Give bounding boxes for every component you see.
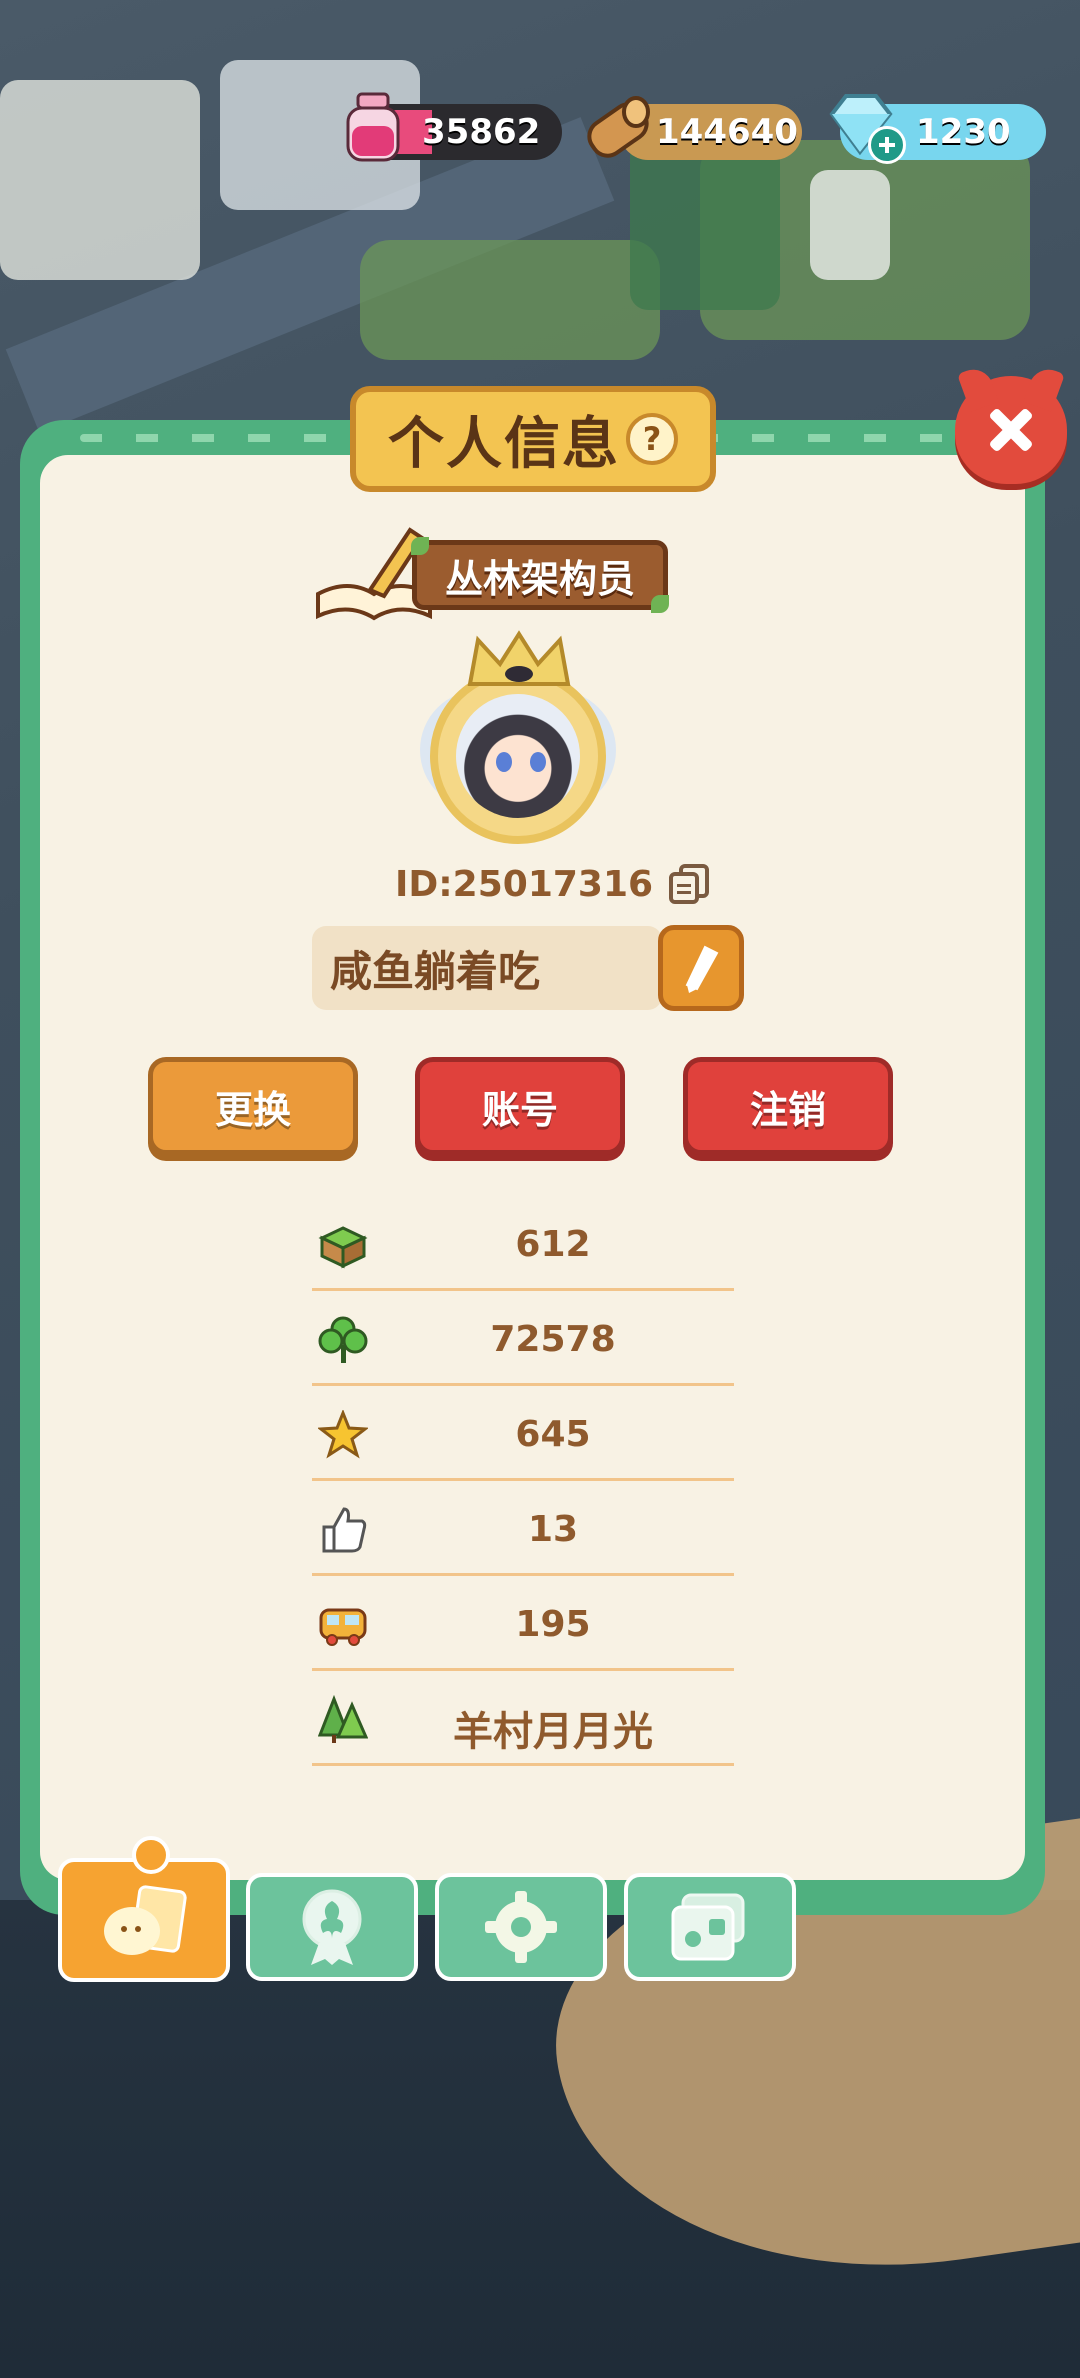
stat-value: 612: [515, 1224, 591, 1265]
crown-icon: [464, 630, 574, 690]
shop-building: [0, 80, 200, 280]
rank-title: 丛林架构员: [444, 556, 635, 601]
page-title: 个人信息: [388, 411, 620, 477]
grass-patch: [360, 240, 660, 360]
logout-button[interactable]: 注销: [683, 1057, 893, 1155]
avatar-eye: [496, 752, 512, 772]
nickname: 咸鱼躺着吃: [330, 946, 541, 996]
close-button[interactable]: [955, 376, 1067, 484]
star-icon: [318, 1410, 368, 1460]
ink-bottle-icon: [344, 92, 402, 164]
gear-icon: [485, 1891, 557, 1963]
stat-value: 13: [527, 1509, 579, 1550]
album-icon: [671, 1893, 745, 1961]
copy-icon[interactable]: [669, 864, 710, 904]
grass-block-icon: [318, 1220, 368, 1270]
thumbs-up-icon: [318, 1505, 368, 1555]
village-name: 羊村月月光: [453, 1709, 653, 1755]
avatar[interactable]: [430, 668, 606, 844]
change-button[interactable]: 更换: [148, 1057, 358, 1155]
leaf-decoration: [651, 595, 669, 613]
clover-icon: [318, 1315, 368, 1365]
stat-row-village: 羊村月月光: [312, 1671, 734, 1766]
stat-row-bus: 195: [312, 1576, 734, 1671]
tab-settings[interactable]: [435, 1873, 607, 1981]
snowman: [810, 170, 890, 280]
stat-row-clover: 72578: [312, 1291, 734, 1386]
plus-icon[interactable]: [868, 126, 906, 164]
stat-row-star: 645: [312, 1386, 734, 1481]
avatar-eye: [530, 752, 546, 772]
profile-card-icon: [104, 1885, 187, 1955]
stat-value: 72578: [490, 1319, 616, 1360]
panel-title-plate: 个人信息 ?: [350, 386, 716, 492]
wood-log-icon: [580, 92, 656, 166]
tab-profile-card[interactable]: [58, 1836, 230, 1982]
leaf-decoration: [411, 537, 429, 555]
close-icon: [990, 409, 1032, 451]
stat-row-grass: 612: [312, 1196, 734, 1291]
player-id-row: ID:25017316: [395, 856, 710, 912]
nickname-field[interactable]: 咸鱼躺着吃: [312, 926, 662, 1010]
stat-value: 645: [515, 1414, 591, 1455]
wood-value: 144640: [656, 112, 798, 152]
stat-value: 195: [515, 1604, 591, 1645]
badge-icon: [302, 1889, 362, 1965]
player-id: ID:25017316: [395, 863, 654, 905]
pencil-icon: [685, 945, 719, 993]
bus-icon: [318, 1600, 368, 1650]
stats-list: 612 72578 645 13 195 羊村月月光: [312, 1196, 734, 1766]
gem-value: 1230: [916, 112, 1011, 152]
rank-banner: 丛林架构员: [411, 537, 669, 613]
avatar-portrait: [456, 694, 580, 818]
tab-album[interactable]: [624, 1873, 796, 1981]
edit-nickname-button[interactable]: [658, 925, 744, 1011]
tab-badge[interactable]: [246, 1873, 418, 1981]
stat-row-likes: 13: [312, 1481, 734, 1576]
pine-trees-icon: [318, 1695, 368, 1745]
help-icon[interactable]: ?: [626, 413, 678, 465]
account-button[interactable]: 账号: [415, 1057, 625, 1155]
tab-pin: [132, 1836, 170, 1874]
ink-value: 35862: [422, 112, 541, 152]
